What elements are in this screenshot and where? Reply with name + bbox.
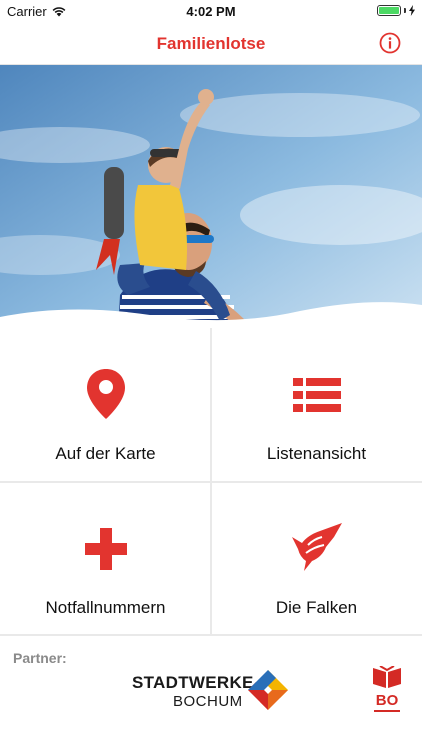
map-pin-icon bbox=[86, 369, 125, 419]
partner-label: Partner: bbox=[13, 650, 67, 666]
bochum-logo[interactable]: BO bbox=[372, 665, 402, 714]
status-time: 4:02 PM bbox=[186, 4, 236, 19]
battery-tip bbox=[404, 8, 406, 13]
page-title: Familienlotse bbox=[156, 34, 266, 53]
nav-bar: Familienlotse bbox=[0, 22, 422, 65]
stadtwerke-line2: BOCHUM bbox=[173, 693, 243, 710]
tile-notfallnummern[interactable]: Notfallnummern bbox=[0, 481, 211, 634]
hero-image bbox=[0, 65, 422, 333]
stadtwerke-line1: STADTWERKE bbox=[132, 673, 254, 692]
tile-auf-der-karte[interactable]: Auf der Karte bbox=[0, 328, 211, 481]
stadtwerke-bochum-logo[interactable]: STADTWERKE BOCHUM bbox=[130, 670, 290, 712]
tile-label-liste: Listenansicht bbox=[266, 444, 367, 463]
book-icon bbox=[373, 665, 401, 688]
falcon-icon bbox=[291, 523, 342, 571]
tile-die-falken[interactable]: Die Falken bbox=[211, 481, 422, 634]
grid-divider-middle bbox=[0, 481, 422, 483]
stadtwerke-emblem-icon bbox=[248, 670, 288, 710]
tile-label-falken: Die Falken bbox=[275, 598, 358, 617]
bo-underline bbox=[374, 710, 400, 712]
status-bar: Carrier 4:02 PM bbox=[0, 0, 422, 22]
tile-label-notfall: Notfallnummern bbox=[45, 598, 166, 617]
battery-icon bbox=[377, 5, 401, 16]
charging-icon bbox=[409, 5, 415, 16]
plus-icon bbox=[84, 528, 127, 570]
list-icon bbox=[292, 378, 341, 412]
bo-text: BO bbox=[375, 692, 399, 709]
tile-listenansicht[interactable]: Listenansicht bbox=[211, 328, 422, 481]
grid-divider-bottom bbox=[0, 634, 422, 636]
status-right bbox=[377, 5, 415, 16]
tile-label-karte: Auf der Karte bbox=[55, 444, 156, 463]
info-icon[interactable] bbox=[379, 32, 401, 54]
